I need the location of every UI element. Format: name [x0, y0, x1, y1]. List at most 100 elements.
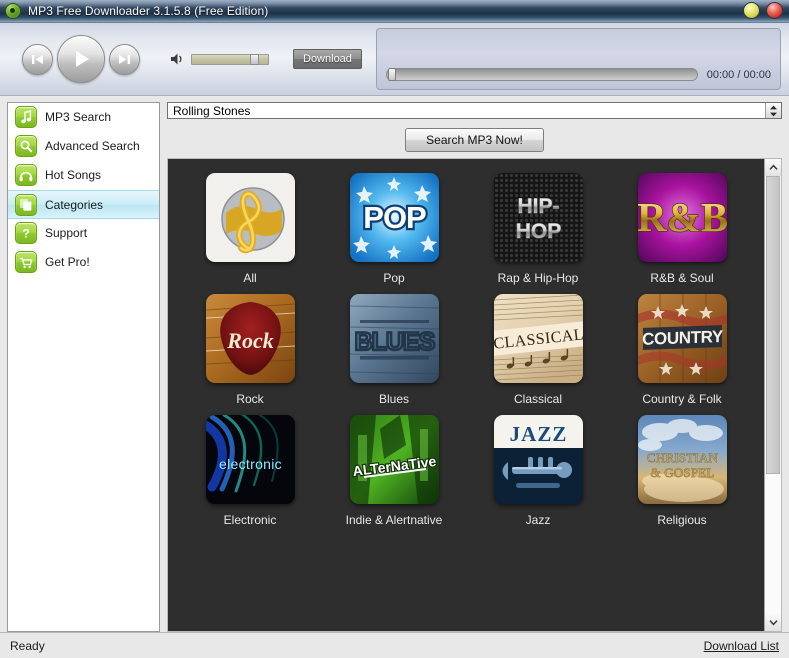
blues-wood-thumbnail[interactable]: BLUES: [350, 294, 439, 383]
download-button[interactable]: Download: [293, 49, 362, 69]
main-panel: Rolling Stones Search MP3 Now!: [167, 102, 782, 632]
transport-controls: [22, 35, 140, 83]
classical-sheet-thumbnail[interactable]: CLASSICAL: [494, 294, 583, 383]
category-tile-label: Rap & Hip-Hop: [498, 271, 579, 285]
category-tile[interactable]: electronic Electronic: [178, 415, 322, 527]
svg-text:CHRISTIAN: CHRISTIAN: [646, 450, 718, 465]
category-tile-label: Indie & Alertnative: [346, 513, 443, 527]
sidebar-item-mp3-search[interactable]: MP3 Search: [8, 103, 159, 132]
body-area: MP3 Search Advanced Search: [0, 96, 789, 632]
category-tile-label: R&B & Soul: [650, 271, 713, 285]
category-tile-label: Rock: [236, 392, 263, 406]
stack-icon: [15, 194, 37, 216]
category-tile[interactable]: HIP- HOP Rap & Hip-Hop: [466, 173, 610, 285]
now-playing-panel: 00:00 / 00:00: [376, 28, 781, 90]
svg-text:R&B: R&B: [638, 194, 727, 240]
category-tile[interactable]: CLASSICAL Classical: [466, 294, 610, 406]
svg-text:COUNTRY: COUNTRY: [642, 327, 724, 349]
seek-slider[interactable]: [386, 68, 698, 81]
search-input[interactable]: Rolling Stones: [168, 103, 765, 118]
svg-text:& GOSPEL: & GOSPEL: [650, 465, 714, 480]
close-button[interactable]: [766, 2, 783, 19]
category-tile-label: All: [243, 271, 256, 285]
rnb-magenta-thumbnail[interactable]: R&B: [638, 173, 727, 262]
next-track-button[interactable]: [109, 44, 140, 75]
sidebar-item-label: Categories: [45, 198, 103, 212]
magnifier-icon: [15, 135, 37, 157]
electronic-neon-thumbnail[interactable]: electronic: [206, 415, 295, 504]
music-note-icon: [15, 106, 37, 128]
alternative-green-thumbnail[interactable]: ALTerNaTive: [350, 415, 439, 504]
category-tile[interactable]: CHRISTIAN & GOSPEL Religious: [610, 415, 754, 527]
hiphop-mesh-thumbnail[interactable]: HIP- HOP: [494, 173, 583, 262]
sidebar-item-label: Advanced Search: [45, 139, 140, 153]
pop-stars-thumbnail[interactable]: POP: [350, 173, 439, 262]
app-disc-icon: [5, 3, 21, 19]
spinner-arrows-icon[interactable]: [765, 103, 781, 118]
volume-control: [170, 52, 269, 66]
svg-text:JAZZ: JAZZ: [509, 422, 567, 446]
volume-slider-handle[interactable]: [250, 54, 259, 65]
category-tile[interactable]: R&B R&B & Soul: [610, 173, 754, 285]
svg-text:BLUES: BLUES: [354, 328, 434, 356]
category-tile-label: Country & Folk: [642, 392, 721, 406]
status-message: Ready: [10, 639, 45, 653]
search-button-wrap: Search MP3 Now!: [405, 128, 544, 152]
player-toolbar: Download 00:00 / 00:00: [0, 23, 789, 96]
download-list-link[interactable]: Download List: [704, 639, 779, 653]
svg-text:POP: POP: [363, 200, 426, 235]
category-tile[interactable]: POP Pop: [322, 173, 466, 285]
volume-slider[interactable]: [191, 54, 269, 65]
country-flag-wood-thumbnail[interactable]: COUNTRY: [638, 294, 727, 383]
play-button[interactable]: [57, 35, 105, 83]
category-tile-label: Religious: [657, 513, 706, 527]
category-tile[interactable]: Rock Rock: [178, 294, 322, 406]
chevron-down-icon[interactable]: [765, 614, 781, 631]
sidebar-item-support[interactable]: ? Support: [8, 219, 159, 248]
seek-slider-handle[interactable]: [388, 68, 396, 81]
search-combobox[interactable]: Rolling Stones: [167, 102, 782, 119]
volume-icon: [170, 52, 184, 66]
category-tile-label: Electronic: [224, 513, 277, 527]
previous-track-button[interactable]: [22, 44, 53, 75]
svg-text:electronic: electronic: [219, 456, 282, 472]
title-bar: MP3 Free Downloader 3.1.5.8 (Free Editio…: [0, 0, 789, 23]
window-controls: [743, 2, 783, 19]
categories-scroll-area: All POP Pop HIP- HOP Rap & Hip-Hop: [168, 159, 764, 631]
svg-text:Rock: Rock: [226, 328, 273, 353]
rock-pick-thumbnail[interactable]: Rock: [206, 294, 295, 383]
window-title: MP3 Free Downloader 3.1.5.8 (Free Editio…: [28, 4, 268, 18]
category-tile[interactable]: ALTerNaTive Indie & Alertnative: [322, 415, 466, 527]
sidebar-item-categories[interactable]: Categories: [8, 190, 159, 219]
category-tile[interactable]: COUNTRY Country & Folk: [610, 294, 754, 406]
category-tile-label: Pop: [383, 271, 404, 285]
sidebar-item-label: Get Pro!: [45, 255, 90, 269]
sidebar-item-get-pro[interactable]: Get Pro!: [8, 248, 159, 277]
jazz-trumpet-thumbnail[interactable]: JAZZ: [494, 415, 583, 504]
categories-scrollbar[interactable]: [764, 159, 781, 631]
minimize-button[interactable]: [743, 2, 760, 19]
scrollbar-thumb[interactable]: [766, 176, 780, 474]
categories-panel: All POP Pop HIP- HOP Rap & Hip-Hop: [167, 158, 782, 632]
globe-treble-clef-thumbnail[interactable]: [206, 173, 295, 262]
category-tile-label: Blues: [379, 392, 409, 406]
sidebar-item-advanced-search[interactable]: Advanced Search: [8, 132, 159, 161]
play-icon: [70, 48, 92, 70]
sidebar-item-hot-songs[interactable]: Hot Songs: [8, 161, 159, 190]
sidebar-item-label: Hot Songs: [45, 168, 101, 182]
christian-gospel-sky-thumbnail[interactable]: CHRISTIAN & GOSPEL: [638, 415, 727, 504]
category-tile[interactable]: JAZZ Jazz: [466, 415, 610, 527]
question-mark-icon: ?: [15, 222, 37, 244]
time-display: 00:00 / 00:00: [707, 69, 771, 81]
status-bar: Ready Download List: [0, 632, 789, 658]
svg-text:HIP-: HIP-: [517, 195, 559, 218]
search-mp3-button[interactable]: Search MP3 Now!: [405, 128, 544, 152]
category-tile[interactable]: All: [178, 173, 322, 285]
chevron-up-icon[interactable]: [765, 159, 781, 176]
sidebar-item-label: MP3 Search: [45, 110, 111, 124]
category-tile[interactable]: BLUES Blues: [322, 294, 466, 406]
category-tile-label: Classical: [514, 392, 562, 406]
search-row: Rolling Stones Search MP3 Now!: [167, 102, 782, 152]
scrollbar-track[interactable]: [765, 176, 781, 614]
next-track-icon: [117, 53, 132, 66]
